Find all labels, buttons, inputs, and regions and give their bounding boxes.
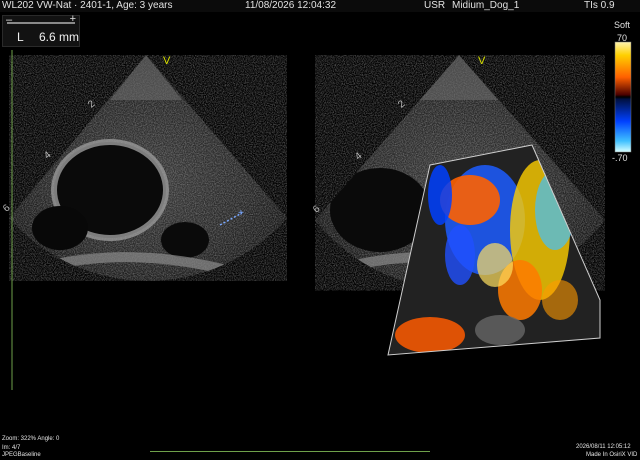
color-scale-bar bbox=[614, 41, 632, 153]
codec-info: JPEGBaseline bbox=[2, 452, 41, 458]
orientation-marker-left: V bbox=[163, 55, 171, 67]
color-scale-min: -.70 bbox=[612, 153, 628, 163]
made-in-label: Made In OsiriX VID bbox=[586, 452, 638, 458]
left-2d-image: + bbox=[9, 55, 287, 281]
caliper-marker: + bbox=[238, 208, 244, 219]
color-scale-max: 70 bbox=[617, 33, 628, 43]
horizontal-scale-bar bbox=[150, 447, 430, 452]
color-scale-title: Soft bbox=[614, 20, 631, 30]
image-index: Im: 4/7 bbox=[2, 445, 21, 451]
zoom-info: Zoom: 322% Angle: 0 bbox=[2, 436, 60, 442]
capture-timestamp: 2026/08/11 12:05:12 bbox=[576, 444, 631, 450]
right-doppler-image bbox=[315, 55, 605, 356]
ultrasound-view: + bbox=[9, 41, 632, 390]
orientation-marker-right: V bbox=[478, 55, 486, 67]
